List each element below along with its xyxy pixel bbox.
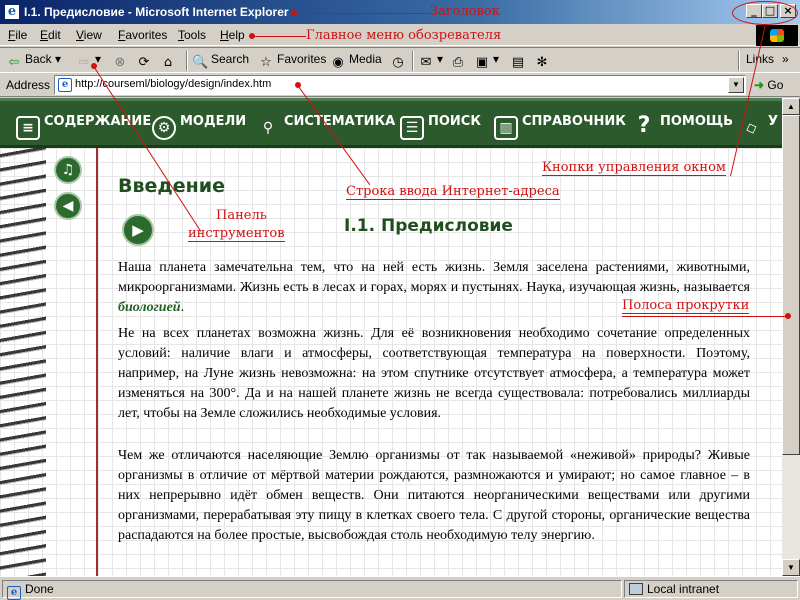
- page-done-icon: e: [7, 586, 21, 600]
- callout-title-bar: Заголовок: [430, 4, 500, 19]
- history-button[interactable]: ◷: [390, 52, 409, 70]
- links-button[interactable]: Links: [746, 52, 774, 70]
- status-text: e Done: [2, 580, 622, 600]
- menu-edit[interactable]: Edit: [40, 28, 61, 42]
- go-arrow-icon: ➜: [754, 78, 765, 92]
- callout-address-bar: Строка ввода Интернет-адреса: [346, 184, 560, 200]
- question-icon: ?: [637, 113, 651, 138]
- vertical-scrollbar[interactable]: ▲ ▼: [782, 98, 800, 576]
- toolbar-chevron[interactable]: »: [782, 52, 789, 70]
- home-button[interactable]: ⌂: [160, 52, 179, 70]
- print-button[interactable]: ⎙: [450, 52, 469, 70]
- back-button[interactable]: ⇦ Back ▾: [6, 52, 62, 70]
- notebook-spiral: [0, 148, 46, 576]
- paragraph-2: Не на всех планетах возможна жизнь. Для …: [118, 326, 750, 421]
- history-icon: ◷: [392, 55, 404, 70]
- favorites-icon: ☆: [260, 55, 272, 70]
- speaker-mute-icon: ◀: [62, 198, 74, 214]
- discuss-button[interactable]: ▤: [510, 52, 529, 70]
- tree-icon: ⚲: [262, 120, 274, 136]
- address-bar: Address e ▼ ➜ Go: [0, 73, 800, 97]
- nav-models[interactable]: ⚙ МОДЕЛИ: [152, 114, 246, 140]
- callout-scrollbar: Полоса прокрутки: [622, 298, 750, 314]
- window-title: I.1. Предисловие - Microsoft Internet Ex…: [24, 5, 289, 19]
- intranet-icon: [629, 583, 643, 595]
- search-icon: 🔍: [192, 55, 209, 70]
- menu-help[interactable]: Help: [220, 28, 245, 42]
- refresh-button[interactable]: ⟳: [136, 52, 155, 70]
- page-icon: e: [58, 78, 72, 92]
- media-button[interactable]: ◉ Media: [330, 52, 381, 70]
- window-buttons-highlight: [732, 1, 798, 25]
- sound-off-button[interactable]: ◀: [54, 192, 82, 220]
- security-zone: Local intranet: [624, 580, 798, 598]
- nav-contents[interactable]: ≡ СОДЕРЖАНИЕ: [16, 114, 151, 140]
- menu-favorites[interactable]: Favorites: [118, 28, 167, 42]
- title-bar[interactable]: e I.1. Предисловие - Microsoft Internet …: [0, 0, 800, 24]
- windows-flag-icon: [770, 29, 784, 42]
- callout-menu: Главное меню обозревателя: [306, 28, 502, 43]
- address-field[interactable]: e ▼: [54, 75, 746, 95]
- ie-icon[interactable]: e: [4, 4, 20, 20]
- stop-button[interactable]: ⊗: [112, 52, 131, 70]
- paragraph-3: Чем же отличаются населяющие Землю орган…: [118, 448, 750, 543]
- mail-icon: ✉: [420, 55, 432, 70]
- refresh-icon: ⟳: [138, 55, 150, 70]
- menu-file[interactable]: File: [8, 28, 27, 42]
- nav-reference[interactable]: ▥ СПРАВОЧНИК: [494, 114, 626, 140]
- term-biology: биологией: [118, 300, 181, 315]
- edit-button[interactable]: ▣ ▾: [474, 52, 499, 70]
- address-input[interactable]: [75, 78, 715, 90]
- music-note-icon: ♫: [61, 162, 75, 178]
- music-button[interactable]: ♫: [54, 156, 82, 184]
- discuss-icon: ▤: [511, 55, 525, 70]
- callout-toolbar-line2: инструментов: [188, 226, 285, 242]
- scroll-down-button[interactable]: ▼: [782, 559, 800, 576]
- print-icon: ⎙: [452, 55, 464, 70]
- stop-icon: ⊗: [114, 55, 126, 70]
- toolbar: ⇦ Back ▾ ⇨ ▾ ⊗ ⟳ ⌂ 🔍 Search ☆ Favorites ◉ Med…: [0, 47, 800, 73]
- favorites-button[interactable]: ☆ Favorites: [258, 52, 326, 70]
- home-icon: ⌂: [163, 55, 173, 70]
- search-button[interactable]: 🔍 Search: [192, 52, 249, 70]
- section-title: I.1. Предисловие: [344, 216, 513, 236]
- play-icon: ▶: [132, 221, 144, 239]
- nav-taxonomy[interactable]: ⚲ СИСТЕМАТИКА: [256, 114, 395, 142]
- margin-line: [96, 148, 98, 576]
- page-content: ♫ ◀ Введение ▶ I.1. Предисловие Наша пла…: [0, 148, 782, 576]
- forward-arrow-icon: ⇨: [78, 55, 90, 70]
- forward-button[interactable]: ⇨ ▾: [76, 52, 101, 70]
- scroll-thumb[interactable]: [782, 115, 800, 455]
- go-button[interactable]: ➜ Go: [754, 78, 783, 92]
- callout-window-buttons: Кнопки управления окном: [542, 160, 727, 176]
- play-button[interactable]: ▶: [122, 214, 154, 246]
- menu-view[interactable]: View: [76, 28, 102, 42]
- gears-icon: ⚙: [152, 116, 176, 140]
- search-doc-icon: ☰: [400, 116, 424, 140]
- nav-help[interactable]: ? ПОМОЩЬ: [632, 114, 733, 140]
- address-dropdown-button[interactable]: ▼: [728, 77, 744, 93]
- address-label: Address: [6, 78, 51, 92]
- menu-tools[interactable]: Tools: [178, 28, 206, 42]
- site-navigation: ≡ СОДЕРЖАНИЕ ⚙ МОДЕЛИ ⚲ СИСТЕМАТИКА ☰ ПОИСК …: [0, 98, 782, 148]
- edit-icon: ▣: [475, 55, 489, 70]
- reference-book-icon: ▥: [494, 116, 518, 140]
- nav-search[interactable]: ☰ ПОИСК: [400, 114, 481, 140]
- mail-button[interactable]: ✉ ▾: [418, 52, 443, 70]
- media-icon: ◉: [332, 55, 344, 70]
- scroll-up-button[interactable]: ▲: [782, 98, 800, 115]
- book-icon: ≡: [16, 116, 40, 140]
- back-arrow-icon: ⇦: [8, 55, 20, 70]
- messenger-button[interactable]: ✻: [534, 52, 553, 70]
- messenger-icon: ✻: [536, 55, 548, 70]
- nav-more[interactable]: ◇ У: [740, 114, 779, 142]
- status-bar: e Done Local intranet: [0, 576, 800, 600]
- callout-toolbar-line1: Панель: [216, 208, 267, 223]
